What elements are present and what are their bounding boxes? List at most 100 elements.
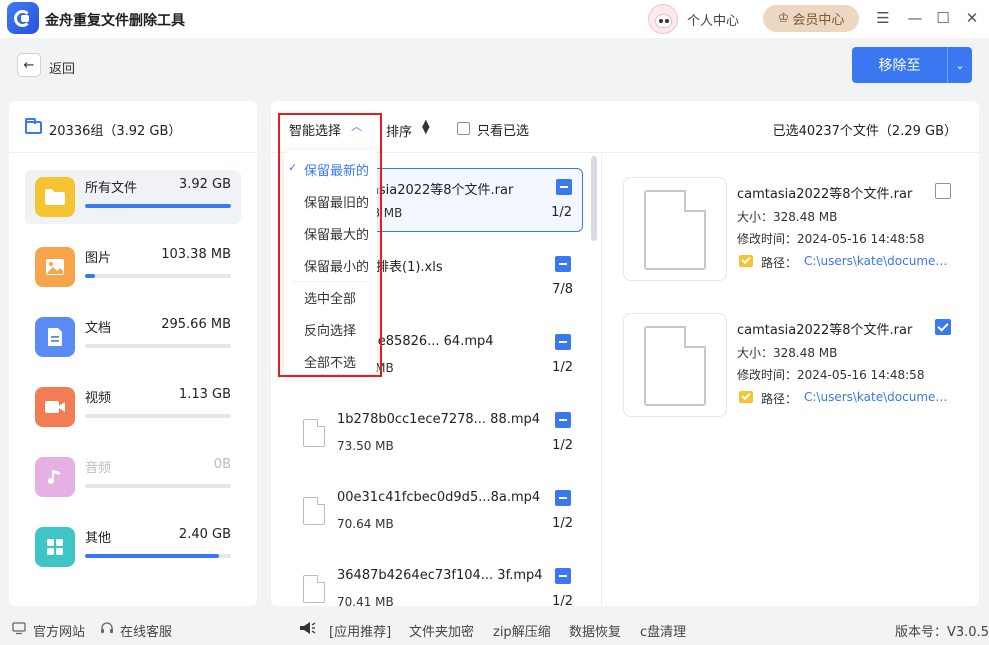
- menu-icon[interactable]: ☰: [873, 8, 893, 28]
- file-checkbox[interactable]: [555, 490, 571, 506]
- file-count: 1/2: [552, 438, 573, 453]
- category-progress: [85, 414, 231, 418]
- vip-center-button[interactable]: ♔ 会员中心: [763, 5, 859, 32]
- profile-link[interactable]: 个人中心: [687, 10, 739, 29]
- only-selected-checkbox[interactable]: [457, 122, 470, 135]
- category-size: 3.92 GB: [178, 177, 231, 192]
- category-item[interactable]: 所有文件 3.92 GB: [25, 170, 241, 224]
- duplicate-file-card[interactable]: camtasia2022等8个文件.rar 大小：328.48 MB 修改时间：20…: [623, 177, 959, 287]
- file-count: 1/2: [552, 594, 573, 606]
- group-summary: 20336组（3.92 GB）: [49, 124, 182, 139]
- folder-icon: [35, 177, 75, 217]
- detail-checkbox[interactable]: [935, 183, 951, 199]
- selected-count: 已选40237个文件（2.29 GB）: [772, 124, 957, 139]
- smart-select-option[interactable]: 保留最旧的: [284, 189, 377, 213]
- close-icon[interactable]: ✕: [962, 8, 982, 28]
- category-item[interactable]: 其他 2.40 GB: [25, 520, 241, 574]
- detail-path-link[interactable]: C:\users\kate\documents\camtasia2022.rar: [804, 254, 952, 268]
- file-row[interactable]: 1b278b0cc1ece7278... 88.mp4 73.50 MB 1/2: [289, 402, 583, 466]
- avatar[interactable]: [648, 4, 678, 34]
- minimize-icon[interactable]: —: [905, 8, 925, 28]
- back-button[interactable]: 返回: [49, 58, 75, 77]
- smart-select-option[interactable]: 全部不选: [284, 349, 377, 373]
- category-size: 0B: [213, 457, 231, 472]
- back-arrow-icon[interactable]: ←: [17, 53, 41, 77]
- crown-badge-icon: [739, 391, 753, 403]
- online-support-link[interactable]: 在线客服: [120, 621, 172, 640]
- c-drive-clean-link[interactable]: c盘清理: [640, 621, 686, 640]
- smart-select-option[interactable]: ✓ 保留最新的: [284, 157, 377, 181]
- smart-select-option[interactable]: 保留最大的: [284, 221, 377, 245]
- file-thumbnail: [623, 313, 727, 417]
- file-row[interactable]: 00e31c41fcbec0d9d5...8a.mp4 70.64 MB 1/2: [289, 480, 583, 544]
- file-row[interactable]: 36487b4264ec73f104... 3f.mp4 70.41 MB 1/2: [289, 558, 583, 606]
- category-progress: [85, 204, 231, 208]
- detail-file-name: camtasia2022等8个文件.rar: [737, 187, 913, 202]
- detail-checkbox[interactable]: [935, 319, 951, 335]
- move-to-button[interactable]: 移除至 ⌄: [852, 47, 972, 83]
- file-list-scrollbar[interactable]: [591, 156, 597, 241]
- title-bar: 金舟重复文件删除工具 个人中心 ♔ 会员中心 ☰ — ☐ ✕: [0, 0, 989, 38]
- smart-select-option[interactable]: 选中全部: [284, 285, 377, 309]
- zip-extract-link[interactable]: zip解压缩: [493, 621, 551, 640]
- file-count: 1/2: [552, 360, 573, 375]
- detail-modified-time: 修改时间：2024-05-16 14:48:58: [737, 232, 925, 246]
- file-checkbox[interactable]: [555, 568, 571, 584]
- megaphone-icon: [300, 622, 316, 634]
- sort-icon[interactable]: ▲ ▼: [422, 119, 430, 136]
- file-size: 70.41 MB: [337, 595, 394, 606]
- duplicate-file-card[interactable]: camtasia2022等8个文件.rar 大小：328.48 MB 修改时间：20…: [623, 313, 959, 423]
- file-checkbox[interactable]: [556, 179, 572, 195]
- menu-divider: [292, 281, 369, 282]
- sort-button[interactable]: 排序: [386, 121, 412, 140]
- category-size: 295.66 MB: [161, 317, 231, 332]
- category-item[interactable]: 音频 0B: [25, 450, 241, 504]
- file-icon: [303, 497, 325, 525]
- smart-select-option[interactable]: 反向选择: [284, 317, 377, 341]
- maximize-icon[interactable]: ☐: [933, 8, 953, 28]
- category-item[interactable]: 视频 1.13 GB: [25, 380, 241, 434]
- folder-encrypt-link[interactable]: 文件夹加密: [409, 621, 474, 640]
- smart-select-menu: ✓ 保留最新的 保留最旧的保留最大的保留最小的选中全部反向选择全部不选: [284, 150, 377, 374]
- category-size: 103.38 MB: [161, 247, 231, 262]
- file-panel: 智能选择 ︿ 排序 ▲ ▼ 只看已选 已选40237个文件（2.29 GB） ca…: [271, 101, 979, 606]
- app-logo-icon: [7, 2, 39, 34]
- smart-select-option-label: 反向选择: [304, 323, 357, 339]
- chevron-up-icon[interactable]: ︿: [351, 118, 362, 134]
- detail-file-name: camtasia2022等8个文件.rar: [737, 323, 913, 338]
- vip-center-label: 会员中心: [792, 13, 845, 28]
- file-checkbox[interactable]: [555, 412, 571, 428]
- detail-path-label: 路径：: [761, 392, 798, 406]
- data-recovery-link[interactable]: 数据恢复: [569, 621, 621, 640]
- category-progress: [85, 484, 231, 488]
- file-toolbar: 智能选择 ︿ 排序 ▲ ▼ 只看已选 已选40237个文件（2.29 GB）: [271, 101, 979, 153]
- smart-select-option[interactable]: 保留最小的: [284, 253, 377, 277]
- footer: 官方网站 在线客服 [应用推荐] 文件夹加密 zip解压缩 数据恢复 c盘清理 …: [0, 612, 989, 645]
- category-name: 视频: [85, 391, 112, 406]
- file-count: 1/2: [551, 205, 572, 220]
- detail-file-size: 大小：328.48 MB: [737, 210, 838, 224]
- music-icon: [35, 457, 75, 497]
- only-selected-label[interactable]: 只看已选: [477, 120, 529, 139]
- detail-file-size: 大小：328.48 MB: [737, 346, 838, 360]
- smart-select-option-label: 保留最大的: [304, 227, 370, 243]
- panel-divider: [601, 154, 602, 606]
- category-item[interactable]: 图片 103.38 MB: [25, 240, 241, 294]
- document-icon: [644, 326, 706, 406]
- detail-path-link[interactable]: C:\users\kate\documents\camtasia2022.rar: [804, 390, 952, 404]
- grid-icon: [35, 527, 75, 567]
- file-icon: [303, 575, 325, 603]
- file-checkbox[interactable]: [555, 334, 571, 350]
- file-thumbnail: [623, 177, 727, 281]
- category-item[interactable]: 文档 295.66 MB: [25, 310, 241, 364]
- file-count: 1/2: [552, 516, 573, 531]
- chevron-down-icon[interactable]: ⌄: [947, 47, 972, 83]
- file-checkbox[interactable]: [555, 256, 571, 272]
- official-website-link[interactable]: 官方网站: [33, 621, 85, 640]
- smart-select-option-label: 保留最新的: [304, 163, 370, 179]
- move-to-label[interactable]: 移除至: [852, 47, 947, 83]
- file-name: 00e31c41fcbec0d9d5...8a.mp4: [337, 490, 541, 505]
- document-icon: [644, 190, 706, 270]
- version-label: 版本号：V3.0.5: [895, 625, 989, 640]
- smart-select-button[interactable]: 智能选择: [289, 120, 341, 139]
